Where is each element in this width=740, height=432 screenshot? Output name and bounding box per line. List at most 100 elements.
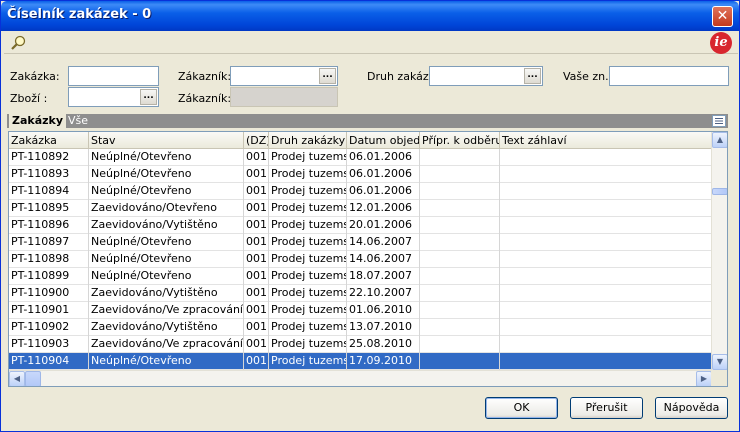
ok-button[interactable]: OK <box>485 397 558 419</box>
cell-pripr <box>420 353 500 370</box>
search-icon[interactable] <box>10 34 28 52</box>
cell-pripr <box>420 183 500 200</box>
cell-zakazka: PT-110902 <box>9 319 89 336</box>
cell-zakazka: PT-110894 <box>9 183 89 200</box>
zakazky-grid[interactable]: Zakázka Stav (DZ) Druh zakázky Datum obj… <box>8 131 728 387</box>
table-row[interactable]: PT-110899 Neúplné/Otevřeno 001 Prodej tuzem… <box>9 268 712 285</box>
cell-stav: Zaevidováno/Ve zpracování <box>89 302 244 319</box>
cell-pripr <box>420 166 500 183</box>
prerusit-button[interactable]: Přerušit <box>570 397 643 419</box>
horizontal-scroll-thumb[interactable] <box>25 371 41 386</box>
vertical-scrollbar[interactable]: ▲ ▼ <box>711 132 727 370</box>
cell-pripr <box>420 149 500 166</box>
table-row[interactable]: PT-110896 Zaevidováno/Vytištěno 001 Prodej … <box>9 217 712 234</box>
cell-datum: 06.01.2006 <box>347 183 420 200</box>
col-header-stav[interactable]: Stav <box>89 132 244 149</box>
cell-text <box>500 149 712 166</box>
cell-stav: Neúplné/Otevřeno <box>89 234 244 251</box>
cell-text <box>500 200 712 217</box>
vase-zn-label: Vaše zn.: <box>563 70 613 83</box>
cell-pripr <box>420 234 500 251</box>
zakaznik2-label: Zákazník: <box>178 92 232 105</box>
table-row[interactable]: PT-110902 Zaevidováno/Vytištěno 001 Prodej … <box>9 319 712 336</box>
col-header-dz[interactable]: (DZ) <box>244 132 269 149</box>
vase-zn-input[interactable] <box>609 66 729 86</box>
druh-browse-button[interactable]: ... <box>524 68 541 84</box>
cell-druh: Prodej tuzemsko <box>269 183 347 200</box>
cell-zakazka: PT-110903 <box>9 336 89 353</box>
horizontal-scrollbar[interactable]: ◀ ▶ <box>9 370 712 386</box>
title-bar[interactable]: Číselník zakázek - 0 ✕ <box>1 1 739 31</box>
table-row[interactable]: PT-110903 Zaevidováno/Ve zpracování 001 Pro… <box>9 336 712 353</box>
table-row[interactable]: PT-110897 Neúplné/Otevřeno 001 Prodej tuzem… <box>9 234 712 251</box>
close-button[interactable]: ✕ <box>712 6 733 27</box>
scroll-down-button[interactable]: ▼ <box>712 354 727 370</box>
cell-stav: Neúplné/Otevřeno <box>89 268 244 285</box>
scroll-up-button[interactable]: ▲ <box>712 132 727 148</box>
cell-zakazka: PT-110901 <box>9 302 89 319</box>
table-row[interactable]: PT-110898 Neúplné/Otevřeno 001 Prodej tuzem… <box>9 251 712 268</box>
cell-text <box>500 319 712 336</box>
cell-datum: 14.06.2007 <box>347 234 420 251</box>
napoveda-button[interactable]: Nápověda <box>655 397 728 419</box>
cell-datum: 22.10.2007 <box>347 285 420 302</box>
cell-text <box>500 183 712 200</box>
section-filter[interactable]: Vše <box>68 114 88 128</box>
zakaznik-browse-button[interactable]: ... <box>319 68 336 84</box>
cell-stav: Zaevidováno/Ve zpracování <box>89 336 244 353</box>
cell-datum: 25.08.2010 <box>347 336 420 353</box>
grid-menu-icon[interactable] <box>712 115 726 127</box>
cell-zakazka: PT-110895 <box>9 200 89 217</box>
cell-dz: 001 <box>244 200 269 217</box>
table-row[interactable]: PT-110892 Neúplné/Otevřeno 001 Prodej tuzem… <box>9 149 712 166</box>
cell-dz: 001 <box>244 319 269 336</box>
cell-druh: Prodej tuzemsko <box>269 285 347 302</box>
cell-dz: 001 <box>244 251 269 268</box>
cell-stav: Neúplné/Otevřeno <box>89 166 244 183</box>
cell-druh: Prodej tuzemsko <box>269 251 347 268</box>
scroll-right-button[interactable]: ▶ <box>696 371 712 386</box>
zakaznik-input[interactable]: ... <box>230 66 338 86</box>
col-header-datum[interactable]: Datum objedn. <box>347 132 420 149</box>
cell-datum: 13.07.2010 <box>347 319 420 336</box>
dialog-window: Číselník zakázek - 0 ✕ ie Zakázka: Zákaz… <box>0 0 740 432</box>
table-row[interactable]: PT-110894 Neúplné/Otevřeno 001 Prodej tuzem… <box>9 183 712 200</box>
cell-stav: Zaevidováno/Otevřeno <box>89 200 244 217</box>
zbozi-input[interactable]: ... <box>68 87 159 107</box>
cell-dz: 001 <box>244 268 269 285</box>
cell-dz: 001 <box>244 149 269 166</box>
table-row[interactable]: PT-110893 Neúplné/Otevřeno 001 Prodej tuzem… <box>9 166 712 183</box>
cell-dz: 001 <box>244 336 269 353</box>
table-row[interactable]: PT-110900 Zaevidováno/Vytištěno 001 Prodej … <box>9 285 712 302</box>
cell-zakazka: PT-110899 <box>9 268 89 285</box>
scroll-left-button[interactable]: ◀ <box>9 371 25 386</box>
cell-druh: Prodej tuzemsko <box>269 353 347 370</box>
zbozi-browse-button[interactable]: ... <box>140 89 157 105</box>
cell-datum: 06.01.2006 <box>347 149 420 166</box>
toolbar: ie <box>4 32 738 54</box>
col-header-zakazka[interactable]: Zakázka <box>9 132 89 149</box>
cell-pripr <box>420 336 500 353</box>
col-header-druh[interactable]: Druh zakázky <box>269 132 347 149</box>
zakazka-input[interactable] <box>68 66 159 86</box>
vertical-scroll-thumb[interactable] <box>712 188 727 195</box>
cell-zakazka: PT-110900 <box>9 285 89 302</box>
cell-zakazka: PT-110904 <box>9 353 89 370</box>
table-row[interactable]: PT-110904 Neúplné/Otevřeno 001 Prodej tuzem… <box>9 353 712 370</box>
table-row[interactable]: PT-110895 Zaevidováno/Otevřeno 001 Prodej t… <box>9 200 712 217</box>
cell-dz: 001 <box>244 285 269 302</box>
cell-stav: Neúplné/Otevřeno <box>89 149 244 166</box>
druh-zakazky-input[interactable]: ... <box>429 66 543 86</box>
cell-zakazka: PT-110897 <box>9 234 89 251</box>
cell-druh: Prodej tuzemsko <box>269 149 347 166</box>
cell-pripr <box>420 268 500 285</box>
cell-text <box>500 302 712 319</box>
table-row[interactable]: PT-110901 Zaevidováno/Ve zpracování 001 Pro… <box>9 302 712 319</box>
window-title: Číselník zakázek - 0 <box>7 7 152 22</box>
col-header-text[interactable]: Text záhlaví <box>500 132 712 149</box>
cell-dz: 001 <box>244 234 269 251</box>
cell-stav: Neúplné/Otevřeno <box>89 183 244 200</box>
col-header-pripr[interactable]: Přípr. k odběru <box>420 132 500 149</box>
cell-druh: Prodej tuzemsko <box>269 234 347 251</box>
cell-druh: Prodej tuzemsko <box>269 200 347 217</box>
